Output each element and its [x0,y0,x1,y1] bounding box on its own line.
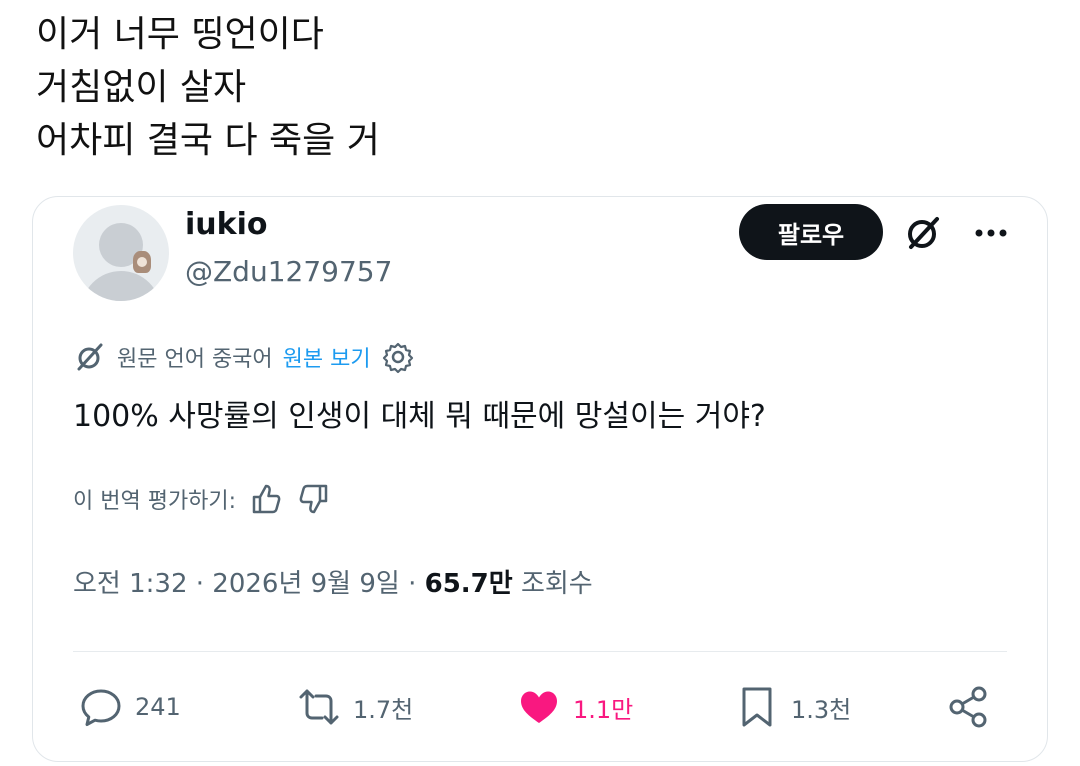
thumbs-up-icon[interactable] [248,481,284,517]
rate-translation: 이 번역 평가하기: [73,479,332,519]
tweet-timestamp[interactable]: 오전 1:32 · 2026년 9월 9일 · [73,569,425,599]
show-original-link[interactable]: 원본 보기 [283,341,371,373]
more-icon[interactable] [971,215,1011,251]
author-name[interactable]: iukio [185,207,268,242]
reply-count: 241 [135,693,181,721]
post-caption: 이거 너무 띵언이다 거침없이 살자 어차피 결국 다 죽을 거 [36,8,380,167]
thumbs-down-icon[interactable] [296,481,332,517]
caption-line: 거침없이 살자 [36,67,247,108]
translation-notice: 원문 언어 중국어 원본 보기 [73,337,415,377]
bookmark-count: 1.3천 [791,695,852,724]
embedded-tweet-card[interactable]: iukio @Zdu1279757 팔로우 원문 언어 중국어 원본 보기 10… [32,196,1048,762]
like-button[interactable]: 1.1만 [517,679,633,735]
reply-icon [81,689,121,726]
tweet-metadata: 오전 1:32 · 2026년 9월 9일 · 65.7만 조회수 [73,563,593,600]
repost-button[interactable]: 1.7천 [297,679,413,735]
avatar[interactable] [73,205,169,301]
heart-icon [521,691,557,723]
settings-icon[interactable] [381,340,415,374]
source-language-text: 원문 언어 중국어 [117,347,273,372]
bookmark-button[interactable]: 1.3천 [735,679,851,735]
share-icon [949,686,987,728]
caption-line: 이거 너무 띵언이다 [36,14,324,55]
rate-label: 이 번역 평가하기: [73,489,237,514]
share-button[interactable] [947,679,991,735]
view-count: 65.7만 [424,569,513,599]
repost-icon [299,689,339,725]
caption-line: 어차피 결국 다 죽을 거 [36,120,380,161]
view-label: 조회수 [512,569,593,599]
tweet-text: 100% 사망률의 인생이 대체 뭐 때문에 망설이는 거야? [73,399,766,434]
grok-translate-icon [77,343,103,371]
author-handle[interactable]: @Zdu1279757 [185,255,392,288]
grok-icon[interactable] [903,213,943,253]
reply-button[interactable]: 241 [79,679,181,735]
divider [73,651,1007,652]
repost-count: 1.7천 [353,695,414,724]
bookmark-icon [742,687,772,727]
like-count: 1.1만 [573,695,634,724]
follow-button[interactable]: 팔로우 [739,204,883,260]
